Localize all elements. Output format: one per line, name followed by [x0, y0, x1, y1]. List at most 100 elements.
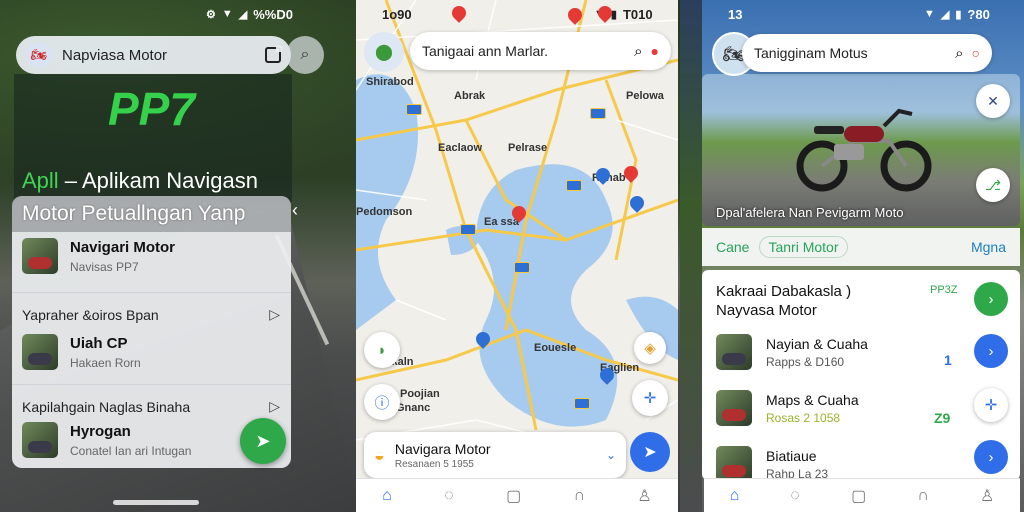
list-item[interactable]: Uiah CP Hakaen Rorn: [22, 334, 141, 370]
motorbike-thumbnail: [22, 334, 58, 370]
status-bar-1: ⚙ ▼ ◢ %%D0: [206, 4, 293, 24]
status-time: 1o90: [382, 6, 412, 22]
bottom-nav-3: ⌂ ◌ ▢ ∩ ♙: [704, 478, 1020, 512]
list-item-subtitle: Rosas 2 1058: [766, 410, 841, 425]
play-icon[interactable]: ▷: [269, 398, 280, 415]
divider: [12, 384, 291, 385]
profile-icon[interactable]: ♙: [980, 486, 994, 506]
motorbike-thumbnail: [716, 334, 752, 370]
battery-icon: ▮: [955, 8, 962, 21]
map-label: Shirabod: [366, 76, 414, 88]
motorbike-thumbnail: [22, 238, 58, 274]
chevron-down-icon[interactable]: ⌄: [606, 448, 616, 462]
list-item[interactable]: Nayian & Cuaha Rapps & D160: [716, 334, 868, 370]
wifi-icon: ▼: [924, 8, 935, 20]
navigation-arrow-icon: ➤: [643, 444, 657, 461]
close-button[interactable]: ✕: [976, 84, 1010, 118]
search-input[interactable]: Tanigaai ann Marlar.: [422, 43, 626, 59]
status-bar-3-right: ▼ ◢ ▮ ?80: [924, 4, 990, 24]
list-item-title: Biatiaue: [766, 447, 817, 464]
screen: ⚙ ▼ ◢ %%D0 🏍 Napviasa Motor ⌕ PP7 Apll –…: [0, 0, 1024, 512]
list-item[interactable]: Biatiaue Rahp La 23: [716, 446, 828, 480]
route-card[interactable]: ◒ Navigara Motor Resanaen 5 1955 ⌄: [364, 432, 626, 478]
tab-bar: Cane Tanri Motor Mgna: [702, 228, 1020, 266]
list-item[interactable]: Hyrogan Conatel Ian ari Intugan: [22, 422, 191, 458]
play-icon[interactable]: ▷: [269, 306, 280, 323]
chevron-left-icon[interactable]: ‹: [292, 200, 298, 221]
route-icon: ◒: [374, 444, 385, 465]
edit-icon[interactable]: [265, 46, 282, 63]
map-label: Poojian: [400, 388, 440, 400]
dash: –: [58, 168, 82, 193]
list-item-subtitle: Rapps & D160: [766, 354, 845, 369]
status-text: ?80: [967, 6, 990, 22]
info-icon: ⓘ: [374, 394, 390, 412]
route-title: Navigara Motor: [394, 440, 491, 457]
list-item[interactable]: Maps & Cuaha Rosas 2 1058: [716, 390, 859, 426]
signal-icon: ◢: [940, 8, 950, 21]
commute-icon[interactable]: ∩: [574, 487, 586, 505]
search-icon[interactable]: ⌕: [634, 43, 642, 60]
profile-icon[interactable]: ♙: [637, 486, 651, 506]
home-icon[interactable]: ⌂: [730, 487, 740, 505]
list-heading: Kakraai Dabakasla ) Nayvasa Motor: [716, 282, 916, 320]
list-item-title: Nayian & Cuaha: [766, 335, 868, 352]
navigate-fab[interactable]: ➤: [240, 418, 286, 464]
location-button[interactable]: ✛: [974, 388, 1008, 422]
search-input[interactable]: Tanigginam Motus: [754, 45, 947, 61]
start-navigation-button[interactable]: ➤: [630, 432, 670, 472]
home-icon[interactable]: ⌂: [382, 487, 392, 505]
route-marker: [406, 104, 422, 115]
tab-cane[interactable]: Cane: [716, 239, 749, 255]
close-icon: ✕: [987, 92, 999, 109]
saved-icon[interactable]: ▢: [851, 486, 866, 506]
section-row[interactable]: Kapilahgain Naglas Binaha ▷: [22, 398, 280, 415]
go-button[interactable]: ›: [974, 282, 1008, 316]
status-text: %%D0: [253, 6, 293, 22]
navigate-button[interactable]: ›: [974, 440, 1008, 474]
mic-icon[interactable]: ●: [651, 43, 659, 59]
map-label: Pelrase: [508, 142, 548, 154]
search-bar[interactable]: Tanigginam Motus ⌕ ○: [742, 34, 992, 72]
navigate-button[interactable]: ›: [974, 334, 1008, 368]
compass-button[interactable]: ◈: [634, 332, 666, 364]
location-icon: ✛: [984, 397, 998, 414]
search-icon[interactable]: ⌕: [955, 45, 963, 62]
search-input[interactable]: Napviasa Motor: [62, 47, 255, 64]
explore-icon[interactable]: ◌: [790, 487, 800, 505]
home-indicator[interactable]: [113, 500, 199, 505]
hero-image: Dpal'afelera Nan Pevigarm Moto: [702, 74, 1020, 226]
commute-icon[interactable]: ∩: [917, 487, 929, 505]
wifi-icon: ▼: [221, 8, 233, 20]
info-button[interactable]: ⓘ: [364, 384, 400, 420]
avatar[interactable]: 🏍: [26, 42, 52, 68]
saved-icon[interactable]: ▢: [506, 486, 521, 506]
search-button[interactable]: ⌕: [286, 36, 324, 74]
section-label: Kapilahgain Naglas Binaha: [22, 398, 191, 415]
section-row[interactable]: Yapraher &oiros Bpan ▷: [22, 306, 280, 323]
search-bar[interactable]: 🏍 Napviasa Motor: [16, 36, 291, 74]
list-item-count: Z9: [934, 410, 951, 426]
route-marker: [460, 224, 476, 235]
explore-icon[interactable]: ◌: [444, 487, 454, 505]
layers-icon: ◗: [377, 341, 387, 359]
maps-logo-button[interactable]: ⬤: [364, 32, 404, 72]
search-bar[interactable]: Tanigaai ann Marlar. ⌕ ●: [410, 32, 671, 70]
motorbike-image: [796, 108, 932, 192]
mic-icon[interactable]: ○: [972, 45, 980, 61]
route-marker: [566, 180, 582, 191]
list-item[interactable]: Navigari Motor Navisas PP7: [22, 238, 175, 274]
motorbike-thumbnail: [716, 390, 752, 426]
route-button[interactable]: ⎇: [976, 168, 1010, 202]
arrow-right-icon: ›: [988, 290, 994, 308]
map-label: Abrak: [454, 90, 486, 102]
location-button[interactable]: ✛: [632, 380, 668, 416]
motorbike-thumbnail: [716, 446, 752, 480]
layers-button[interactable]: ◗: [364, 332, 400, 368]
tab-maps[interactable]: Mgna: [971, 239, 1006, 255]
navigation-arrow-icon: ›: [988, 342, 994, 360]
left-strip: [680, 0, 702, 512]
heading-code: PP3Z: [930, 284, 958, 296]
route-subtitle: Resanaen 5 1955: [394, 458, 474, 470]
tab-motor[interactable]: Tanri Motor: [759, 236, 848, 258]
